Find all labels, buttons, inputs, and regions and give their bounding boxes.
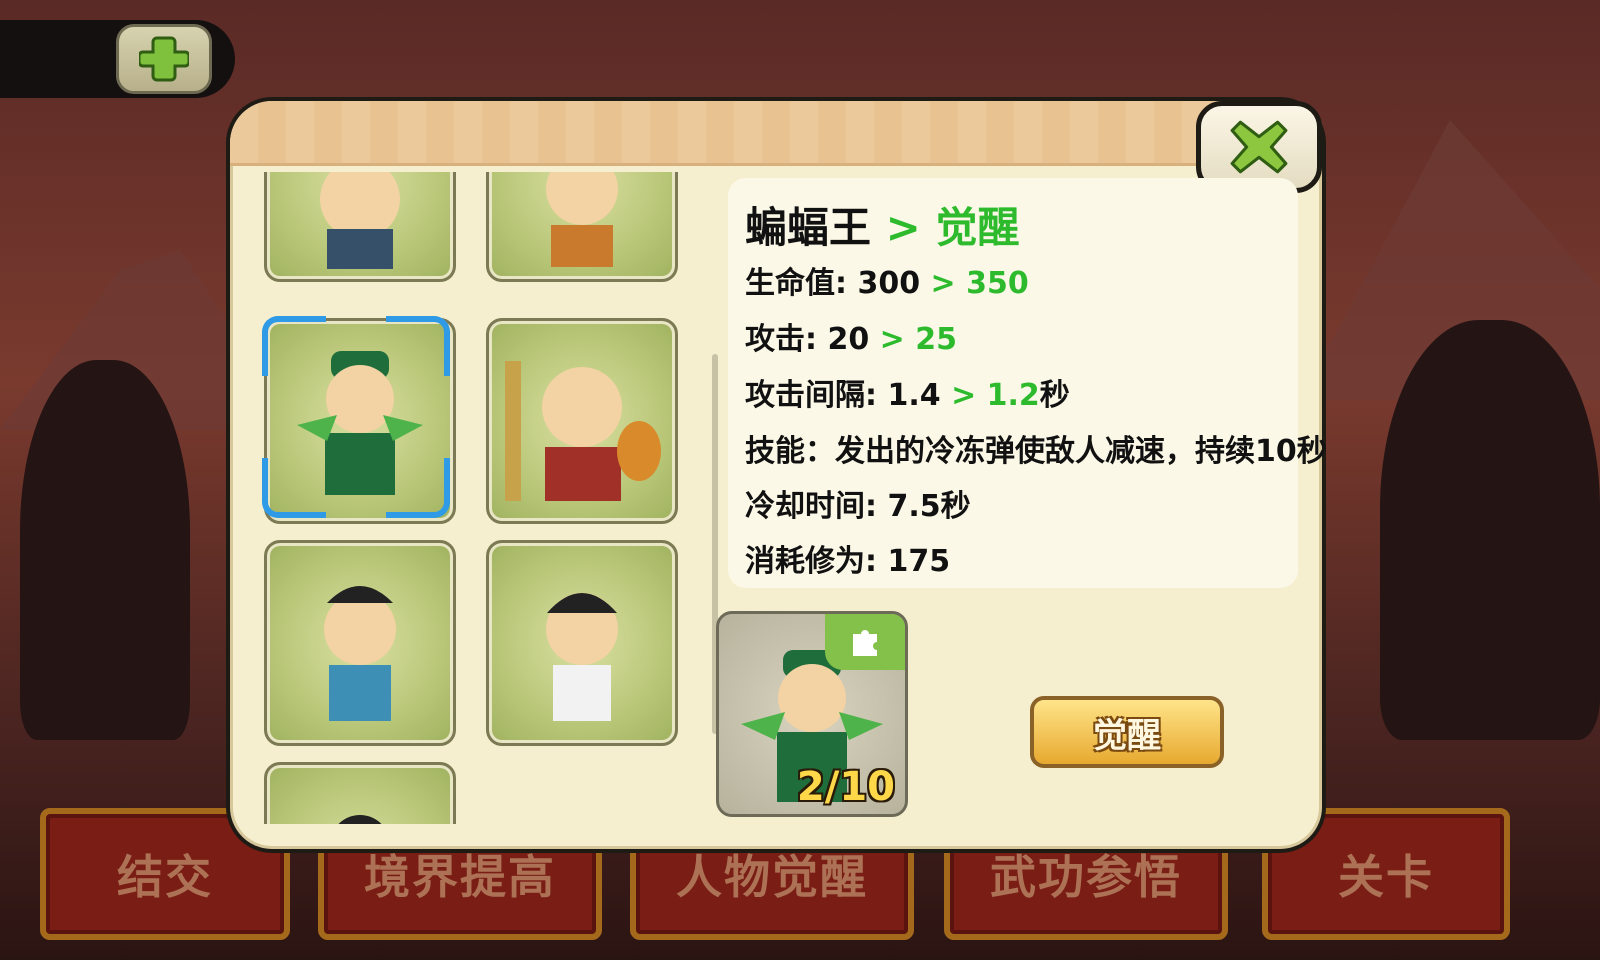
upgrade-label: > 觉醒	[885, 203, 1020, 252]
stat-hp: 生命值: 300 > 350	[745, 258, 1029, 302]
stat-from: 300	[857, 266, 921, 301]
cooldown: 冷却时间: 7.5秒	[745, 489, 971, 524]
selection-frame	[262, 316, 326, 376]
tab-label: 关卡	[1338, 850, 1434, 904]
hero-card[interactable]	[264, 540, 456, 746]
selection-frame	[386, 316, 450, 376]
fragment-count: 2/10	[796, 764, 895, 810]
hero-title: 蝙蝠王 > 觉醒	[745, 194, 1019, 255]
add-button[interactable]	[116, 24, 212, 94]
awaken-button[interactable]: 觉醒	[1030, 696, 1224, 768]
stat-to: > 350	[930, 266, 1029, 301]
hero-grid[interactable]	[262, 172, 692, 824]
stat-attack: 攻击: 20 > 25	[745, 314, 957, 358]
skill-description: 技能：发出的冷冻弹使敌人减速，持续10秒	[745, 434, 1327, 469]
stat-from: 20	[827, 322, 870, 357]
stat-label: 攻击间隔:	[745, 378, 888, 413]
hero-card[interactable]	[486, 540, 678, 746]
stat-from: 1.4	[887, 378, 941, 413]
stat-label: 生命值:	[745, 266, 858, 301]
hero-portrait: 2/10	[716, 611, 908, 817]
stat-suffix: 秒	[1039, 378, 1070, 413]
plus-icon	[139, 36, 189, 82]
fragment-badge	[825, 614, 905, 670]
stat-to: > 25	[879, 322, 957, 357]
tab-label: 结交	[117, 850, 213, 904]
enemy-silhouette	[1380, 320, 1600, 740]
close-icon	[1230, 120, 1288, 174]
hero-card[interactable]	[486, 172, 678, 282]
puzzle-piece-icon	[853, 630, 877, 656]
cost: 消耗修为: 175	[745, 544, 951, 579]
enemy-silhouette	[20, 360, 190, 740]
hero-card[interactable]	[264, 172, 456, 282]
hero-card[interactable]	[264, 762, 456, 824]
selection-frame	[386, 458, 450, 518]
hero-card[interactable]	[486, 318, 678, 524]
dialog-header	[230, 101, 1322, 166]
stat-attack-interval: 攻击间隔: 1.4 > 1.2秒	[745, 370, 1070, 414]
stat-to: > 1.2	[951, 378, 1040, 413]
hero-name: 蝙蝠王	[745, 203, 872, 252]
stat-label: 攻击:	[745, 322, 828, 357]
selection-frame	[262, 458, 326, 518]
awaken-button-label: 觉醒	[1093, 715, 1161, 756]
